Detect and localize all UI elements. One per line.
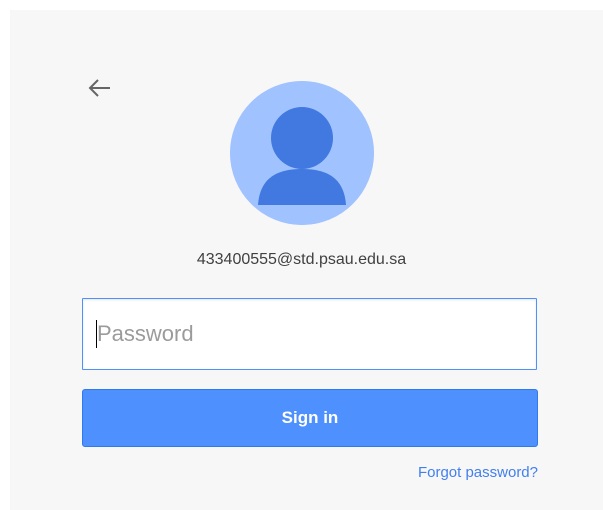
default-user-icon xyxy=(230,81,374,225)
sign-in-button[interactable]: Sign in xyxy=(82,389,538,447)
forgot-password-link[interactable]: Forgot password? xyxy=(418,464,538,481)
password-input[interactable] xyxy=(82,298,537,370)
arrow-left-icon xyxy=(88,79,110,97)
text-caret xyxy=(96,320,97,348)
account-email: 433400555@std.psau.edu.sa xyxy=(196,251,407,268)
back-button[interactable] xyxy=(86,76,118,100)
avatar xyxy=(230,81,374,225)
